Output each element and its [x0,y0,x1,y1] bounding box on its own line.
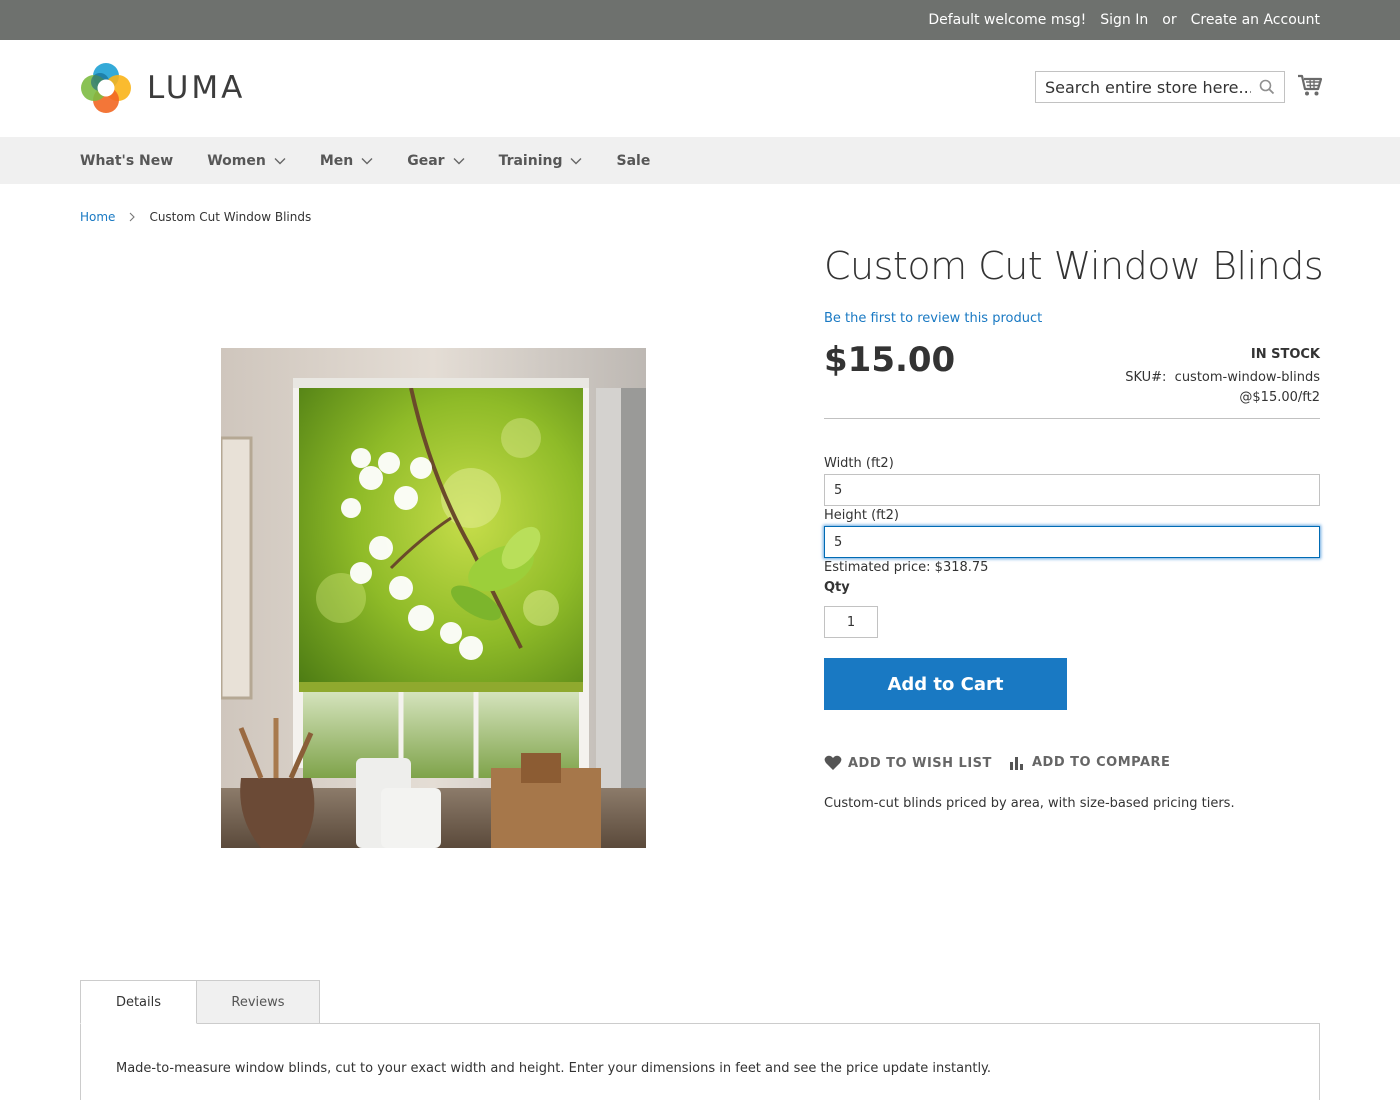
nav-item-label: Women [207,152,266,169]
sku-info: SKU#: custom-window-blinds [1125,370,1320,385]
short-description: Custom-cut blinds priced by area, with s… [824,796,1235,811]
nav-item-label: Training [498,152,563,169]
product-title: Custom Cut Window Blinds [824,244,1324,288]
details-description: Made-to-measure window blinds, cut to yo… [116,1061,992,1076]
add-to-cart-button[interactable]: Add to Cart [824,658,1067,710]
or-separator: or [1162,12,1177,28]
chevron-right-icon [130,212,136,222]
search-form [1035,71,1285,103]
tab-reviews[interactable]: Reviews [197,980,320,1024]
main-navigation: What's New Women Men Gear Training Sale [0,137,1400,184]
create-account-link[interactable]: Create an Account [1191,12,1320,28]
compare-chart-icon [1010,757,1023,770]
width-field[interactable] [824,474,1320,506]
compare-label: Add to Compare [1032,755,1171,770]
top-links: Default welcome msg! Sign In or Create a… [928,0,1320,40]
stock-status: In stock [1250,347,1320,362]
nav-item-gear[interactable]: Gear [407,152,465,169]
nav-item-sale[interactable]: Sale [616,153,650,169]
sign-in-link[interactable]: Sign In [1100,12,1148,28]
chevron-down-icon [361,157,373,164]
chevron-down-icon [274,157,286,164]
search-input[interactable] [1036,72,1251,102]
width-label: Width (ft2) [824,456,894,471]
nav-item-label: Men [319,152,354,169]
nav-item-whats-new[interactable]: What's New [80,153,173,169]
estimated-price: Estimated price: $318.75 [824,560,989,575]
wishlist-label: Add to Wish List [848,755,992,771]
product-info-tabs: Details Reviews [80,980,320,1024]
welcome-message: Default welcome msg! [928,12,1087,28]
nav-item-label: What's New [80,152,174,169]
store-logo[interactable]: LUMA [80,62,245,114]
product-price: $15.00 [824,340,956,380]
logo-text: LUMA [147,70,246,106]
tab-details[interactable]: Details [80,980,197,1024]
breadcrumb: Home Custom Cut Window Blinds [80,210,311,224]
review-link[interactable]: Be the first to review this product [824,311,1042,326]
add-to-wishlist-link[interactable]: Add to Wish List [824,755,992,771]
breadcrumb-home-link[interactable]: Home [80,210,115,224]
nav-item-label: Sale [616,152,651,169]
luma-logo-icon [81,63,131,113]
breadcrumb-current: Custom Cut Window Blinds [149,210,312,224]
sku-label: SKU#: [1125,370,1167,385]
window-blind-photo [221,348,646,848]
tab-panel-details: Made-to-measure window blinds, cut to yo… [80,1023,1320,1100]
nav-item-training[interactable]: Training [499,153,583,169]
height-label: Height (ft2) [824,508,899,523]
divider [824,418,1320,419]
sku-value: custom-window-blinds [1174,370,1320,385]
qty-field[interactable] [824,606,878,638]
product-image[interactable] [221,348,646,848]
height-field[interactable] [824,526,1320,558]
qty-label: Qty [824,580,850,595]
cart-icon[interactable] [1297,72,1323,98]
chevron-down-icon [453,157,465,164]
chevron-down-icon [570,157,582,164]
heart-icon [824,755,842,770]
nav-item-label: Gear [407,152,445,169]
unit-price: @$15.00/ft2 [1239,390,1320,405]
nav-item-men[interactable]: Men [320,153,373,169]
add-to-compare-link[interactable]: Add to Compare [1009,755,1170,770]
search-icon[interactable] [1259,79,1275,95]
nav-item-women[interactable]: Women [207,153,286,169]
top-panel: Default welcome msg! Sign In or Create a… [0,0,1400,40]
